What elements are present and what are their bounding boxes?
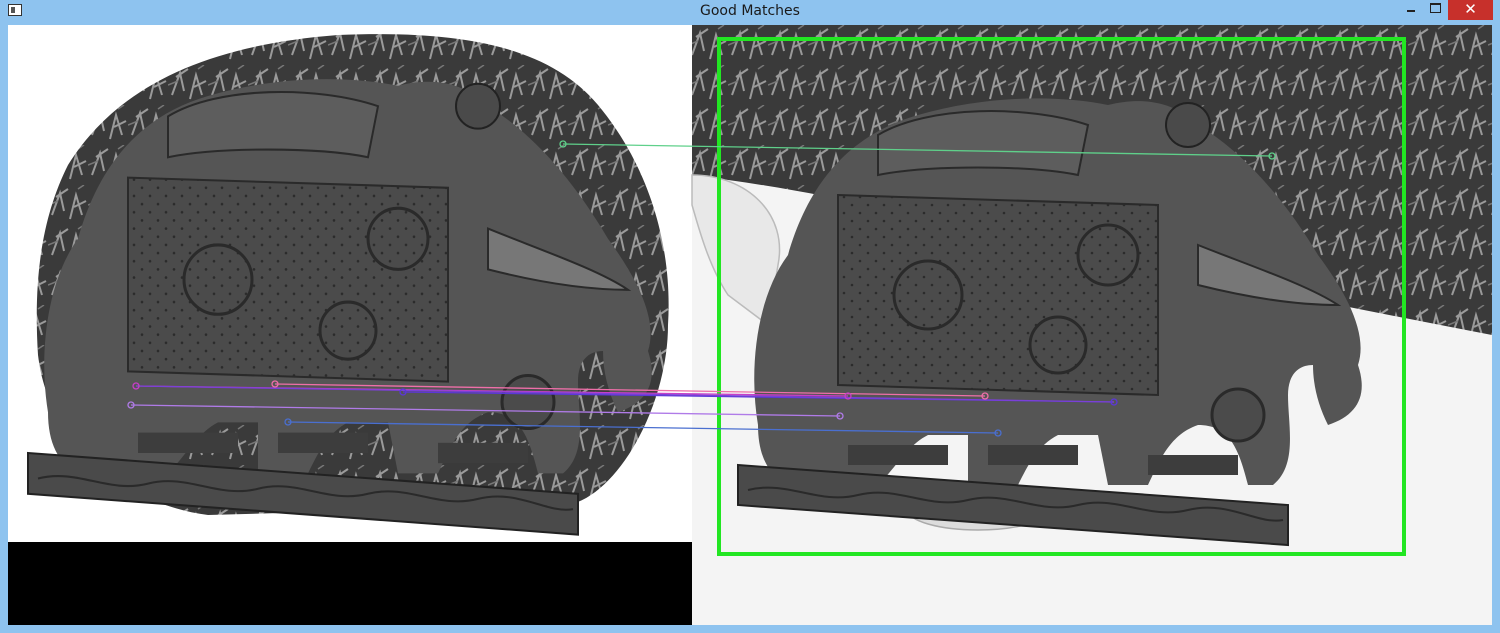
maximize-button[interactable] — [1424, 0, 1446, 20]
matches-image-canvas — [8, 25, 1492, 625]
app-window: Good Matches ✕ — [0, 0, 1500, 633]
left-image-padding — [8, 542, 692, 625]
close-icon: ✕ — [1464, 0, 1477, 18]
title-bar[interactable]: Good Matches ✕ — [0, 0, 1500, 24]
minimize-button[interactable] — [1398, 0, 1424, 20]
close-button[interactable]: ✕ — [1448, 0, 1493, 20]
window-title: Good Matches — [700, 3, 800, 19]
